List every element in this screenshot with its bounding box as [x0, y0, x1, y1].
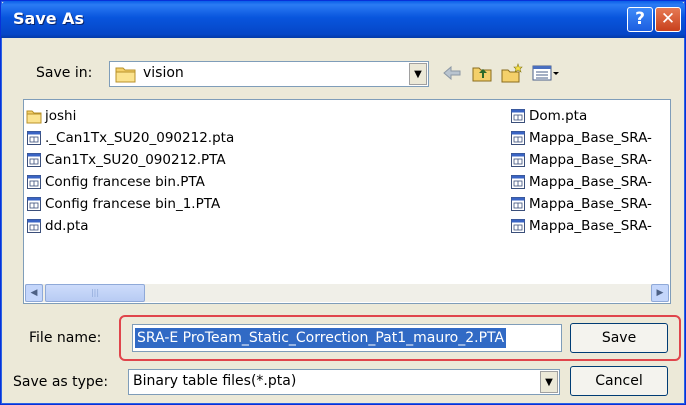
scroll-right-button[interactable]: ▶: [651, 284, 669, 302]
save-as-type-dropdown[interactable]: Binary table files(*.pta) ▼: [128, 369, 560, 395]
save-in-label: Save in:: [36, 65, 93, 81]
file-name-text: Can1Tx_SU20_090212.PTA: [45, 152, 226, 168]
file-name-text: Mappa_Base_SRA-: [529, 196, 652, 212]
table-file-icon: [27, 197, 41, 211]
new-folder-icon[interactable]: [501, 63, 523, 83]
file-list-item[interactable]: Config francese bin_1.PTA: [26, 194, 220, 214]
title-bar: Save As ? ✕: [1, 1, 685, 38]
file-name-text: Config francese bin.PTA: [45, 174, 205, 190]
file-name-text: ._Can1Tx_SU20_090212.pta: [45, 130, 235, 146]
table-file-icon: [511, 175, 525, 189]
file-list-item[interactable]: ._Can1Tx_SU20_090212.pta: [26, 128, 234, 148]
table-file-icon: [511, 219, 525, 233]
file-list-item[interactable]: joshi: [26, 106, 76, 126]
file-name-text: Mappa_Base_SRA-: [529, 218, 652, 234]
up-folder-icon[interactable]: [471, 63, 493, 83]
save-in-dropdown[interactable]: vision ▼: [109, 61, 429, 87]
file-name-text: dd.pta: [45, 218, 89, 234]
chevron-down-icon[interactable]: ▼: [540, 371, 558, 393]
cancel-button[interactable]: Cancel: [570, 366, 668, 396]
save-as-type-label: Save as type:: [13, 374, 109, 390]
file-name-text: Mappa_Base_SRA-: [529, 152, 652, 168]
file-list-item[interactable]: Mappa_Base_SRA-: [510, 172, 652, 192]
table-file-icon: [27, 219, 41, 233]
folder-icon: [115, 67, 136, 83]
table-file-icon: [511, 197, 525, 211]
file-list-item[interactable]: Mappa_Base_SRA-: [510, 216, 652, 236]
file-name-text: Mappa_Base_SRA-: [529, 130, 652, 146]
highlight-outline: [119, 315, 681, 361]
file-list-item[interactable]: Mappa_Base_SRA-: [510, 128, 652, 148]
table-file-icon: [511, 153, 525, 167]
file-list-item[interactable]: dd.pta: [26, 216, 89, 236]
file-list-item[interactable]: Can1Tx_SU20_090212.PTA: [26, 150, 226, 170]
save-as-dialog: Save As ? ✕ Save in: vision ▼ joshi ._Can…: [0, 0, 686, 405]
file-name-text: joshi: [45, 108, 77, 124]
file-name-text: Dom.pta: [529, 108, 588, 124]
close-button[interactable]: ✕: [655, 7, 681, 32]
file-name-text: Mappa_Base_SRA-: [529, 174, 652, 190]
table-file-icon: [27, 131, 41, 145]
table-file-icon: [27, 153, 41, 167]
file-name-text: Config francese bin_1.PTA: [45, 196, 221, 212]
file-name-label: File name:: [29, 330, 102, 346]
save-in-value: vision: [143, 65, 184, 81]
folder-icon: [26, 110, 42, 124]
file-list-item[interactable]: Dom.pta: [510, 106, 587, 126]
back-icon[interactable]: [441, 63, 463, 83]
file-list[interactable]: joshi ._Can1Tx_SU20_090212.pta Can1Tx_SU20…: [23, 99, 671, 304]
file-list-item[interactable]: Mappa_Base_SRA-: [510, 150, 652, 170]
table-file-icon: [511, 131, 525, 145]
chevron-down-icon[interactable]: ▼: [409, 63, 427, 85]
file-list-item[interactable]: Config francese bin.PTA: [26, 172, 205, 192]
scroll-left-button[interactable]: ◀: [25, 284, 43, 302]
scroll-thumb[interactable]: |||: [45, 284, 145, 302]
horizontal-scrollbar[interactable]: ◀ ||| ▶: [25, 284, 669, 302]
view-menu-icon[interactable]: [531, 63, 561, 83]
file-list-item[interactable]: Mappa_Base_SRA-: [510, 194, 652, 214]
dialog-title: Save As: [13, 9, 85, 28]
table-file-icon: [511, 109, 525, 123]
help-button[interactable]: ?: [627, 7, 653, 32]
save-as-type-value: Binary table files(*.pta): [133, 373, 297, 389]
table-file-icon: [27, 175, 41, 189]
